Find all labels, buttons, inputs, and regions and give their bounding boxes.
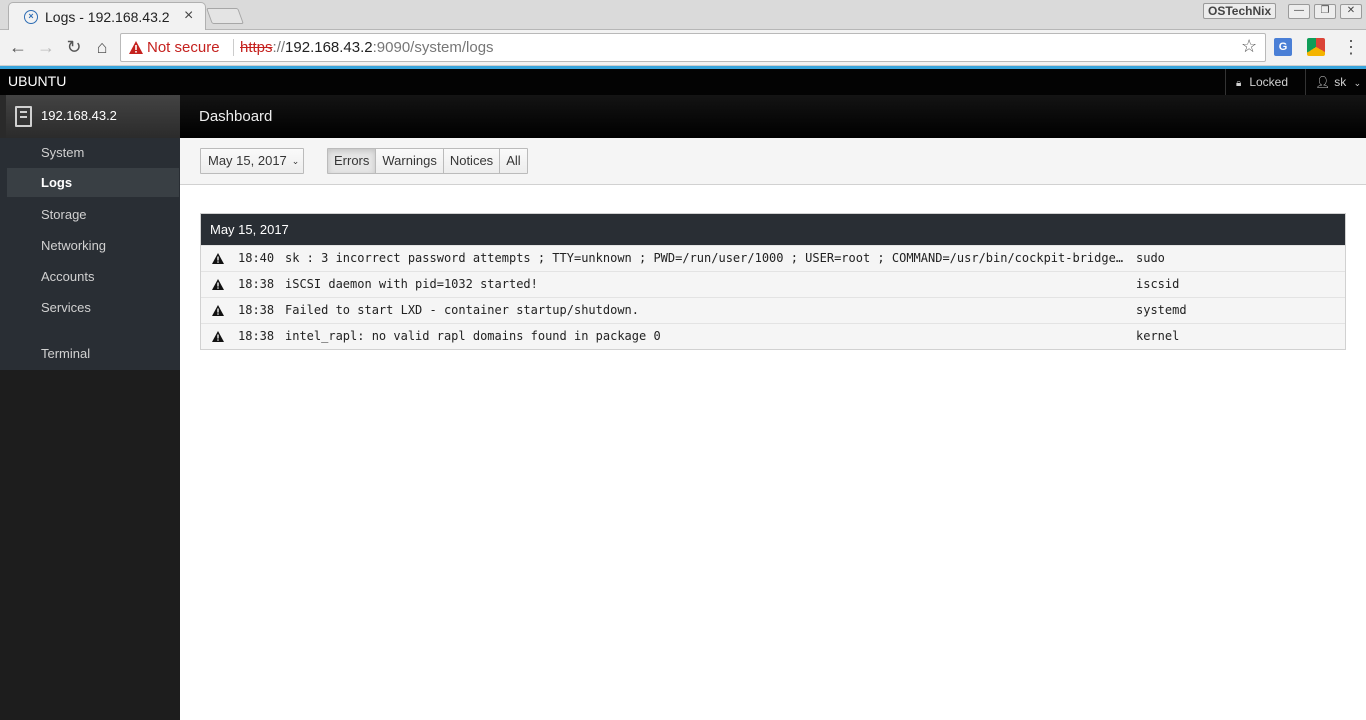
warning-triangle-icon: [212, 331, 224, 342]
sidebar-item-logs[interactable]: Logs: [7, 168, 179, 197]
minimize-window-icon[interactable]: —: [1288, 4, 1310, 19]
priority-notices-button[interactable]: Notices: [442, 149, 500, 173]
chevron-down-icon: ⌄: [1353, 78, 1362, 88]
user-label: sk: [1334, 75, 1347, 89]
log-time: 18:38: [238, 277, 275, 291]
priority-all-button[interactable]: All: [499, 149, 527, 173]
locked-label: Locked: [1249, 75, 1289, 89]
new-tab-button[interactable]: [206, 8, 244, 24]
warning-triangle-icon: [212, 305, 224, 316]
log-message: Failed to start LXD - container startup/…: [285, 303, 640, 317]
page-title[interactable]: Dashboard: [199, 108, 272, 125]
host-accent-bar: [0, 95, 6, 138]
sidebar-item-services[interactable]: Services: [7, 293, 179, 322]
warning-triangle-icon: [212, 279, 224, 290]
server-icon: [15, 106, 32, 127]
log-time: 18:40: [238, 251, 275, 265]
log-day-heading: May 15, 2017: [201, 214, 1345, 245]
sidebar-item-accounts[interactable]: Accounts: [7, 262, 179, 291]
log-message: intel_rapl: no valid rapl domains found …: [285, 329, 661, 343]
watermark-badge: OSTechNix: [1203, 3, 1277, 19]
log-entry[interactable]: 18:38 iSCSI daemon with pid=1032 started…: [201, 271, 1345, 297]
sidebar: 192.168.43.2 System Logs Storage Network…: [0, 95, 180, 720]
lock-icon: 🔒︎: [1236, 78, 1242, 89]
log-time: 18:38: [238, 329, 275, 343]
log-identifier: kernel: [1136, 329, 1180, 343]
host-switcher[interactable]: 192.168.43.2: [0, 95, 180, 138]
tab-close-icon[interactable]: ×: [184, 7, 193, 25]
chevron-down-icon: ⌄: [291, 156, 300, 166]
sidebar-item-storage[interactable]: Storage: [7, 200, 179, 229]
url-separator: ://: [272, 39, 286, 56]
translate-extension-icon[interactable]: G: [1274, 38, 1292, 56]
log-identifier: sudo: [1136, 251, 1165, 265]
log-filter-bar: May 15, 2017 ⌄ Errors Warnings Notices Al…: [180, 138, 1366, 185]
priority-errors-button[interactable]: Errors: [328, 149, 376, 173]
brand-label: UBUNTU: [8, 73, 67, 89]
log-entry[interactable]: 18:40 sk : 3 incorrect password attempts…: [201, 245, 1345, 271]
forward-arrow-icon[interactable]: →: [35, 36, 57, 58]
host-label: 192.168.43.2: [41, 108, 117, 123]
log-identifier: systemd: [1136, 303, 1187, 317]
log-message: sk : 3 incorrect password attempts ; TTY…: [285, 251, 1127, 265]
omnibox-divider: [233, 39, 234, 56]
url-host: 192.168.43.2: [285, 39, 373, 56]
address-bar[interactable]: Not secure https://192.168.43.2:9090/sys…: [120, 33, 1266, 62]
cockpit-favicon-icon: ×: [24, 10, 38, 24]
log-entry[interactable]: 18:38 Failed to start LXD - container st…: [201, 297, 1345, 323]
log-message: iSCSI daemon with pid=1032 started!: [285, 277, 538, 291]
log-panel: May 15, 2017 18:40 sk : 3 incorrect pass…: [200, 213, 1346, 350]
log-time: 18:38: [238, 303, 275, 317]
masthead: UBUNTU 🔒︎ Locked 👤︎ sk ⌄: [0, 69, 1366, 95]
masthead-divider: [1225, 69, 1226, 95]
browser-toolbar: ← → ↻ ⌂ Not secure https://192.168.43.2:…: [0, 30, 1366, 66]
bookmark-star-icon[interactable]: ☆: [1241, 36, 1257, 57]
page-header: Dashboard: [180, 95, 1366, 138]
sidebar-item-networking[interactable]: Networking: [7, 231, 179, 260]
log-identifier: iscsid: [1136, 277, 1180, 291]
priority-filter-group: Errors Warnings Notices All: [327, 148, 528, 174]
chrome-extension-icon[interactable]: [1307, 38, 1325, 56]
back-arrow-icon[interactable]: ←: [7, 36, 29, 58]
user-menu[interactable]: 👤︎ sk ⌄: [1315, 75, 1361, 89]
restore-window-icon[interactable]: ❐: [1314, 4, 1336, 19]
home-icon[interactable]: ⌂: [91, 36, 113, 58]
url-scheme: https: [240, 39, 273, 56]
reload-icon[interactable]: ↻: [63, 36, 85, 58]
not-secure-warning-icon: [129, 41, 143, 54]
user-icon: 👤︎: [1315, 75, 1331, 89]
url-path: :9090/system/logs: [372, 39, 494, 56]
date-filter-dropdown[interactable]: May 15, 2017 ⌄: [200, 148, 304, 174]
masthead-divider: [1305, 69, 1306, 95]
tab-title: Logs - 192.168.43.2: [45, 9, 170, 25]
browser-menu-icon[interactable]: ⋮: [1342, 36, 1360, 58]
sidebar-nav: System Logs Storage Networking Accounts …: [0, 138, 180, 370]
close-window-icon[interactable]: ✕: [1340, 4, 1362, 19]
date-filter-label: May 15, 2017: [208, 153, 287, 168]
url-text[interactable]: https://192.168.43.2:9090/system/logs: [240, 39, 494, 56]
sidebar-item-terminal[interactable]: Terminal: [7, 339, 179, 368]
log-entry[interactable]: 18:38 intel_rapl: no valid rapl domains …: [201, 323, 1345, 349]
browser-tab-active[interactable]: × Logs - 192.168.43.2 ×: [8, 2, 206, 30]
priority-warnings-button[interactable]: Warnings: [375, 149, 443, 173]
not-secure-label[interactable]: Not secure: [147, 39, 220, 56]
warning-triangle-icon: [212, 253, 224, 264]
locked-menu[interactable]: 🔒︎ Locked: [1236, 75, 1288, 89]
sidebar-item-system[interactable]: System: [7, 138, 179, 167]
browser-tabstrip: × Logs - 192.168.43.2 × OSTechNix — ❐ ✕: [0, 0, 1366, 30]
